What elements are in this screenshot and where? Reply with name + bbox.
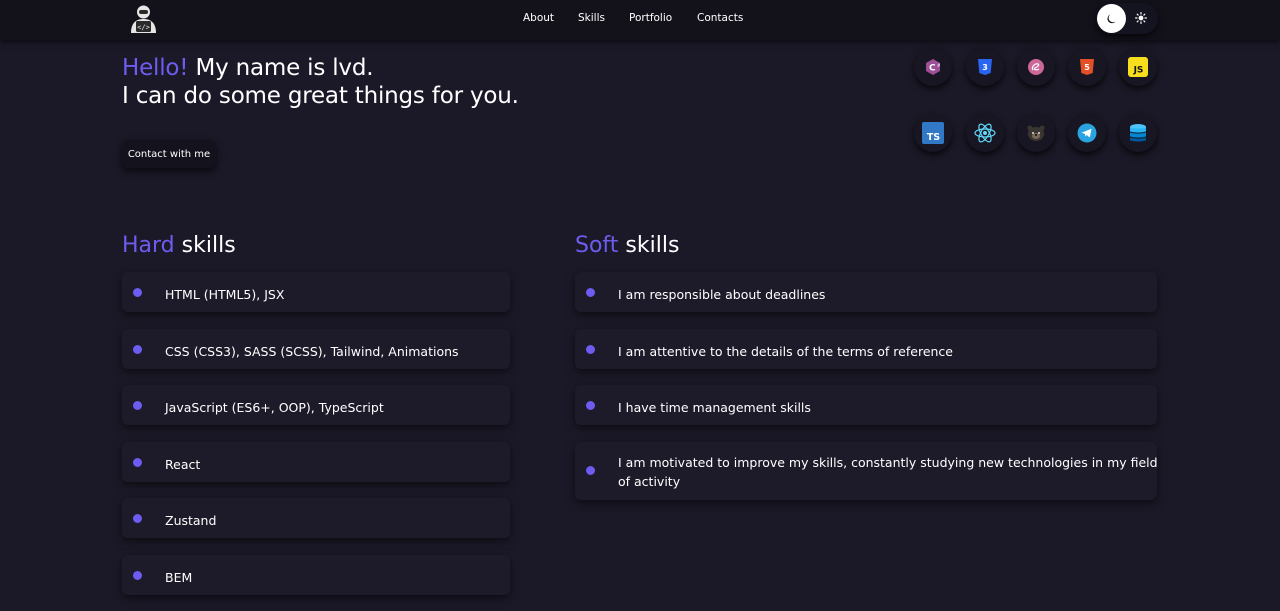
hard-skill-text: JavaScript (ES6+, OOP), TypeScript (165, 400, 384, 415)
hero-tagline: I can do some great things for you. (122, 83, 519, 109)
hero-name: My name is lvd. (188, 55, 374, 81)
bullet-dot (586, 401, 595, 410)
hard-skill-text: React (165, 457, 201, 472)
database-icon (1119, 114, 1157, 152)
contact-button[interactable]: Contact with me (122, 140, 216, 168)
bullet-dot (586, 345, 595, 354)
soft-skills-title-rest: skills (618, 233, 680, 258)
soft-skill-text: I have time management skills (618, 400, 811, 415)
telegram-icon (1068, 114, 1106, 152)
hero-greeting-line: Hello! My name is lvd. (122, 55, 374, 81)
soft-skill-item: I am motivated to improve my skills, con… (575, 442, 1158, 500)
svg-text:5: 5 (1084, 63, 1090, 72)
hard-skill-item: JavaScript (ES6+, OOP), TypeScript (122, 385, 510, 425)
soft-skills-title-accent: Soft (575, 233, 619, 258)
react-icon (966, 114, 1004, 152)
javascript-icon: JS (1119, 48, 1157, 86)
svg-text:TS: TS (927, 132, 940, 143)
nav-skills-link[interactable]: Skills (578, 12, 605, 24)
soft-skills-title: Soft skills (575, 233, 679, 258)
hard-skill-text: Zustand (165, 513, 217, 528)
sass-icon (1017, 48, 1055, 86)
bullet-dot (133, 514, 142, 523)
moon-icon[interactable] (1097, 4, 1126, 33)
bullet-dot (133, 401, 142, 410)
bullet-dot (586, 466, 595, 475)
sun-icon[interactable] (1133, 10, 1149, 26)
svg-text:C: C (929, 64, 936, 74)
soft-skill-item: I have time management skills (575, 385, 1157, 425)
bullet-dot (133, 345, 142, 354)
hard-skill-item: Zustand (122, 498, 510, 538)
css3-icon: 3 (966, 48, 1004, 86)
bullet-dot (133, 458, 142, 467)
hard-skills-title-rest: skills (174, 233, 236, 258)
theme-toggle[interactable] (1096, 3, 1158, 34)
nav-about-link[interactable]: About (523, 12, 554, 24)
hard-skill-text: HTML (HTML5), JSX (165, 287, 285, 302)
hero-greeting: Hello! (122, 55, 189, 81)
hard-skill-item: React (122, 442, 510, 482)
hard-skills-title: Hard skills (122, 233, 236, 258)
hard-skills-title-accent: Hard (122, 233, 175, 258)
bullet-dot (586, 288, 595, 297)
svg-text:#: # (937, 63, 941, 68)
hard-skill-text: BEM (165, 570, 193, 585)
soft-skill-item: I am responsible about deadlines (575, 272, 1157, 312)
svg-text:3: 3 (982, 63, 988, 72)
bullet-dot (133, 571, 142, 580)
soft-skill-text: I am motivated to improve my skills, con… (618, 455, 1158, 489)
hard-skill-text: CSS (CSS3), SASS (SCSS), Tailwind, Anima… (165, 344, 459, 359)
zustand-icon (1017, 114, 1055, 152)
bullet-dot (133, 288, 142, 297)
soft-skill-text: I am responsible about deadlines (618, 287, 826, 302)
svg-text:JS: JS (1133, 66, 1144, 76)
hard-skill-item: CSS (CSS3), SASS (SCSS), Tailwind, Anima… (122, 329, 510, 369)
soft-skill-text: I am attentive to the details of the ter… (618, 344, 953, 359)
hard-skill-item: HTML (HTML5), JSX (122, 272, 510, 312)
nav-contacts-link[interactable]: Contacts (697, 12, 743, 24)
nav-portfolio-link[interactable]: Portfolio (629, 12, 672, 24)
html5-icon: 5 (1068, 48, 1106, 86)
site-header: </> About Skills Portfolio Contacts (0, 0, 1280, 40)
soft-skill-item: I am attentive to the details of the ter… (575, 329, 1157, 369)
hard-skill-item: BEM (122, 555, 510, 595)
main-nav: About Skills Portfolio Contacts (0, 0, 1280, 40)
typescript-icon: TS (914, 114, 952, 152)
csharp-icon: C # (914, 48, 952, 86)
